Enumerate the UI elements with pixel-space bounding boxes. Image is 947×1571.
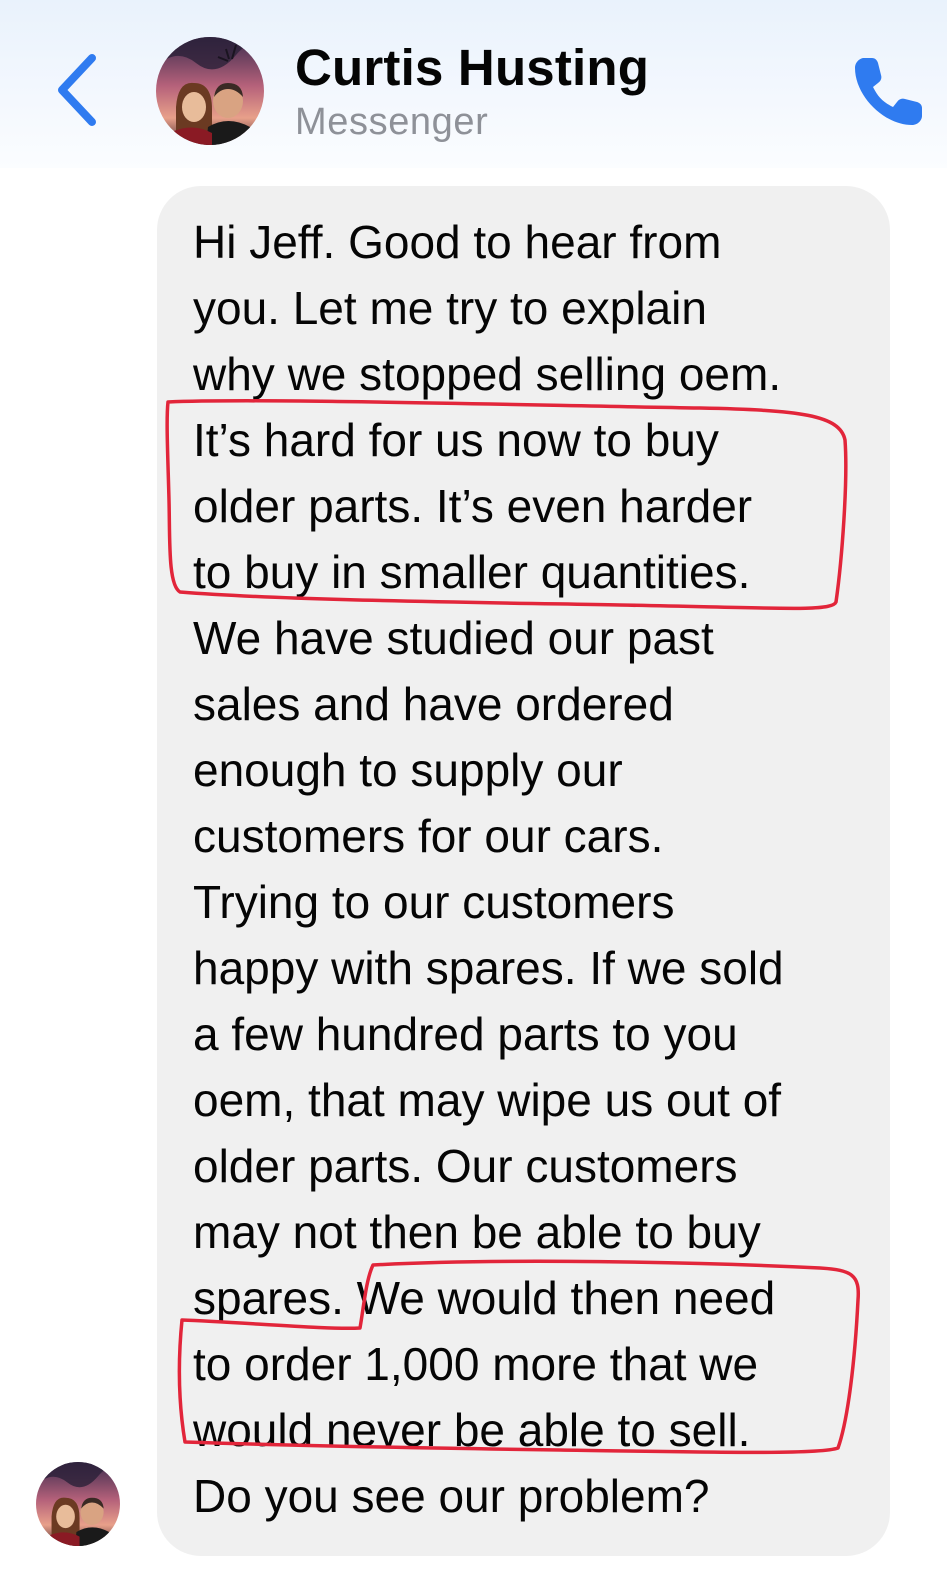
message-line: Do you see our problem? <box>193 1470 710 1522</box>
message-line: It’s hard for us now to buy <box>193 414 719 466</box>
phone-icon <box>855 58 922 125</box>
contact-avatar[interactable] <box>156 37 264 145</box>
sender-avatar[interactable] <box>36 1462 120 1546</box>
contact-name[interactable]: Curtis Husting <box>295 38 649 97</box>
message-line: may not then be able to buy <box>193 1206 761 1258</box>
contact-subtitle: Messenger <box>295 101 489 143</box>
message-line: happy with spares. If we sold <box>193 942 784 994</box>
message-line: why we stopped selling oem. <box>193 348 782 400</box>
message-line: customers for our cars. <box>193 810 664 862</box>
message-line: to buy in smaller quantities. <box>193 546 751 598</box>
message-line: older parts. It’s even harder <box>193 480 753 532</box>
message-line: older parts. Our customers <box>193 1140 738 1192</box>
message-line: a few hundred parts to you <box>193 1008 738 1060</box>
message-line: spares. We would then need <box>193 1272 776 1324</box>
call-button[interactable] <box>850 52 928 130</box>
message-line: sales and have ordered <box>193 678 674 730</box>
back-button[interactable] <box>52 52 102 128</box>
message-line: Hi Jeff. Good to hear from <box>193 216 722 268</box>
message-line: would never be able to sell. <box>193 1404 751 1456</box>
chevron-left-icon <box>58 54 96 126</box>
message-line: We have studied our past <box>193 612 714 664</box>
message-line: you. Let me try to explain <box>193 282 707 334</box>
message-line: Trying to our customers <box>193 876 675 928</box>
message-line: to order 1,000 more that we <box>193 1338 759 1390</box>
message-line: oem, that may wipe us out of <box>193 1074 782 1126</box>
messenger-chat-screen: Curtis Husting Messenger Hi Jeff. Good t… <box>0 0 947 1571</box>
chat-header: Curtis Husting Messenger <box>0 0 947 168</box>
message-line: enough to supply our <box>193 744 623 796</box>
